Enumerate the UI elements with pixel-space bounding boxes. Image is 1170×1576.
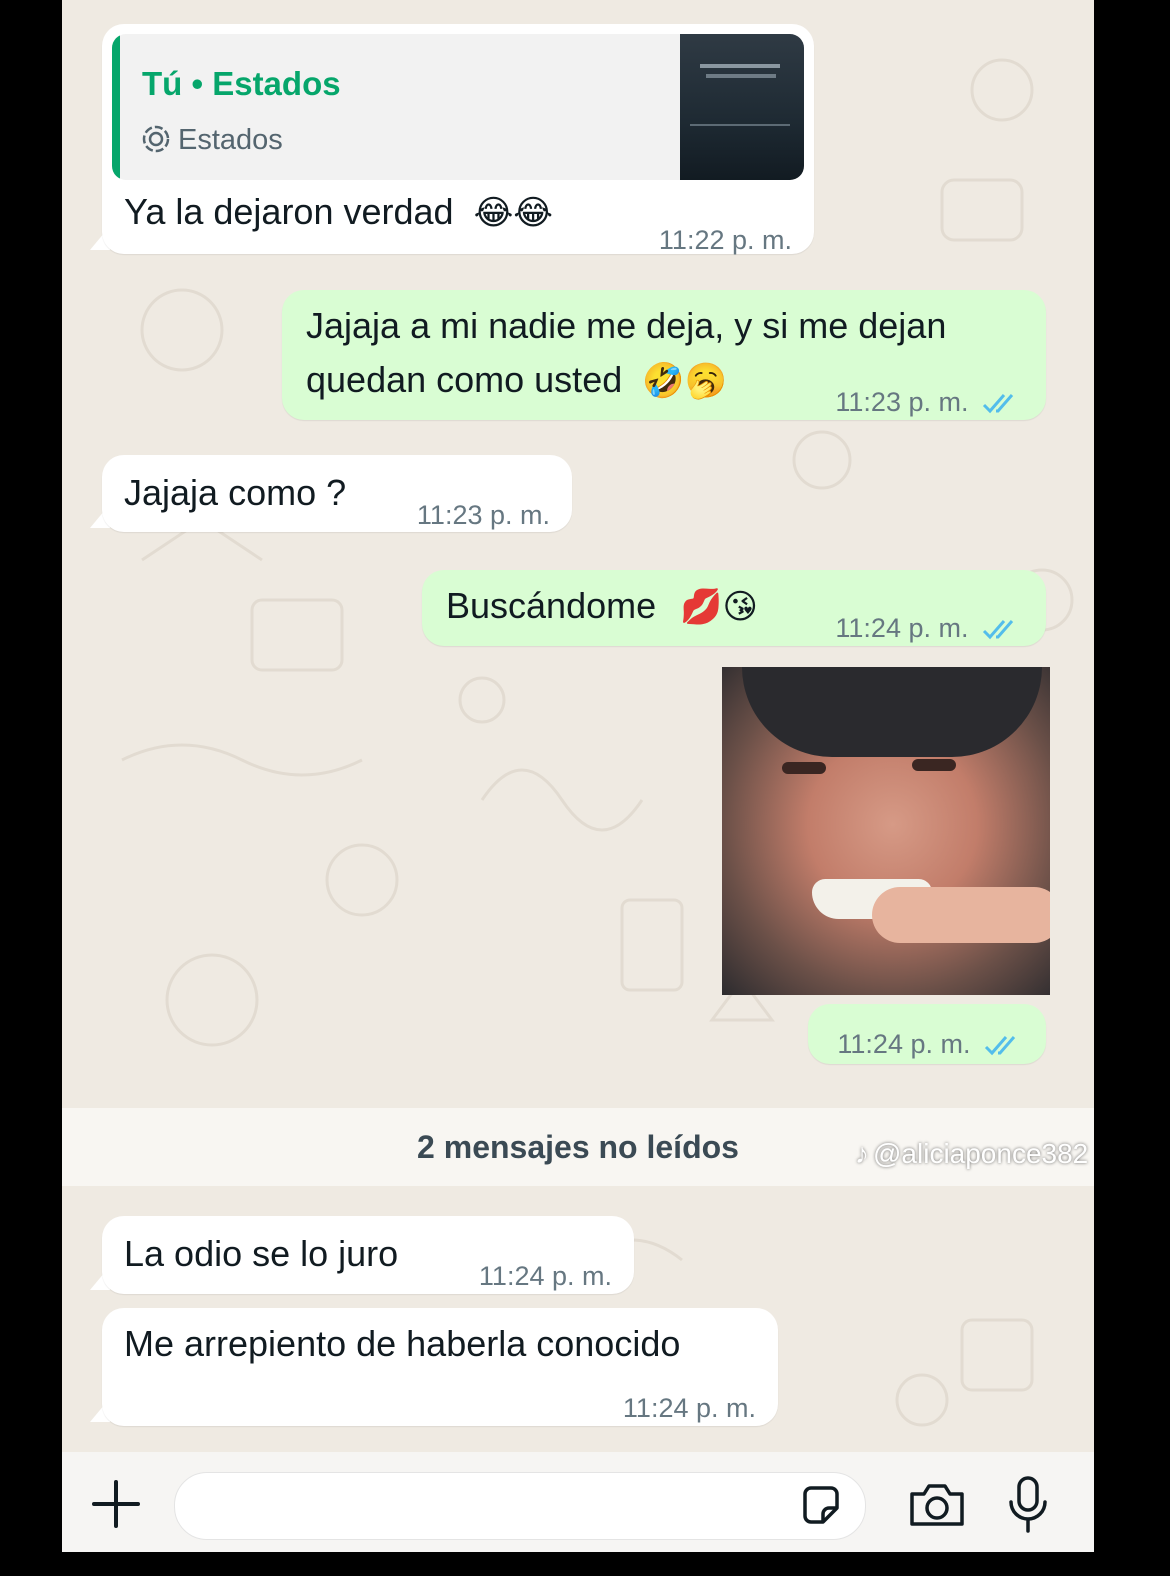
tiktok-watermark: ♪ @aliciaponce382 (855, 1138, 1088, 1170)
quote-label: Estados (178, 124, 283, 156)
message-time: 11:24 p. m. (478, 1261, 612, 1291)
quote-label-row: Estados (142, 114, 283, 166)
message-time: 11:24 p. m. (835, 613, 969, 643)
quote-author: Tú • Estados (142, 65, 341, 102)
message-time: 11:22 p. m. (658, 225, 792, 255)
emoji-rofl-yawn: 🤣🥱 (642, 362, 727, 400)
status-thumbnail (680, 34, 804, 180)
emoji-kiss: 💋😘 (680, 588, 758, 626)
watermark-handle: @aliciaponce382 (873, 1138, 1089, 1169)
incoming-message-status-reply[interactable]: Tú • Estados Estados Ya la dejaron verda… (102, 24, 814, 255)
emoji-laughing: 😂😂 (473, 194, 554, 232)
microphone-icon[interactable] (1006, 1474, 1050, 1536)
message-time: 11:24 p. m. (622, 1393, 756, 1423)
message-text: Ya la dejaron verdad (124, 191, 454, 232)
message-text: Buscándome (446, 585, 657, 626)
incoming-message[interactable]: Jajaja como ? 11:23 p. m. (102, 455, 572, 532)
incoming-message[interactable]: Me arrepiento de haberla conocido 11:24 … (102, 1308, 778, 1426)
double-check-icon (982, 393, 1014, 414)
outgoing-message[interactable]: Jajaja a mi nadie me deja, y si me dejan… (282, 290, 1046, 420)
double-check-icon (982, 619, 1014, 640)
message-time: 11:23 p. m. (835, 387, 969, 417)
incoming-message[interactable]: La odio se lo juro 11:24 p. m. (102, 1216, 634, 1294)
message-time-row: 11:23 p. m. (835, 376, 1020, 428)
message-line-1: Jajaja a mi nadie me deja, y si me dejan (306, 305, 947, 346)
message-text: La odio se lo juro (124, 1233, 399, 1274)
chat-screen: Tú • Estados Estados Ya la dejaron verda… (62, 0, 1094, 1552)
message-input[interactable] (174, 1472, 866, 1540)
message-time: 11:24 p. m. (837, 1029, 971, 1059)
sticker-icon[interactable] (797, 1482, 845, 1530)
plus-icon[interactable] (88, 1476, 144, 1532)
quoted-status[interactable]: Tú • Estados Estados (112, 34, 804, 180)
photo-time-bubble: 11:24 p. m. (808, 1004, 1046, 1064)
message-body: Ya la dejaron verdad 😂😂 (124, 186, 553, 239)
message-time-row: 11:24 p. m. (837, 1018, 1022, 1070)
tiktok-icon: ♪ (855, 1138, 869, 1169)
message-time-row: 11:24 p. m. (835, 602, 1020, 654)
message-line-2-row: quedan como usted 🤣🥱 (306, 354, 727, 407)
camera-icon[interactable] (906, 1480, 968, 1532)
compose-bar (62, 1452, 1094, 1552)
outgoing-photo[interactable] (722, 667, 1050, 995)
message-time: 11:23 p. m. (416, 500, 550, 530)
message-text: Jajaja como ? (124, 472, 347, 513)
outgoing-message[interactable]: Buscándome 💋😘 11:24 p. m. (422, 570, 1046, 646)
message-text: Me arrepiento de haberla conocido (124, 1323, 681, 1364)
message-line-2: quedan como usted (306, 359, 623, 400)
double-check-icon (984, 1035, 1016, 1056)
quote-accent-bar (112, 34, 120, 180)
message-body: Buscándome 💋😘 (446, 580, 758, 633)
status-icon (142, 125, 170, 153)
